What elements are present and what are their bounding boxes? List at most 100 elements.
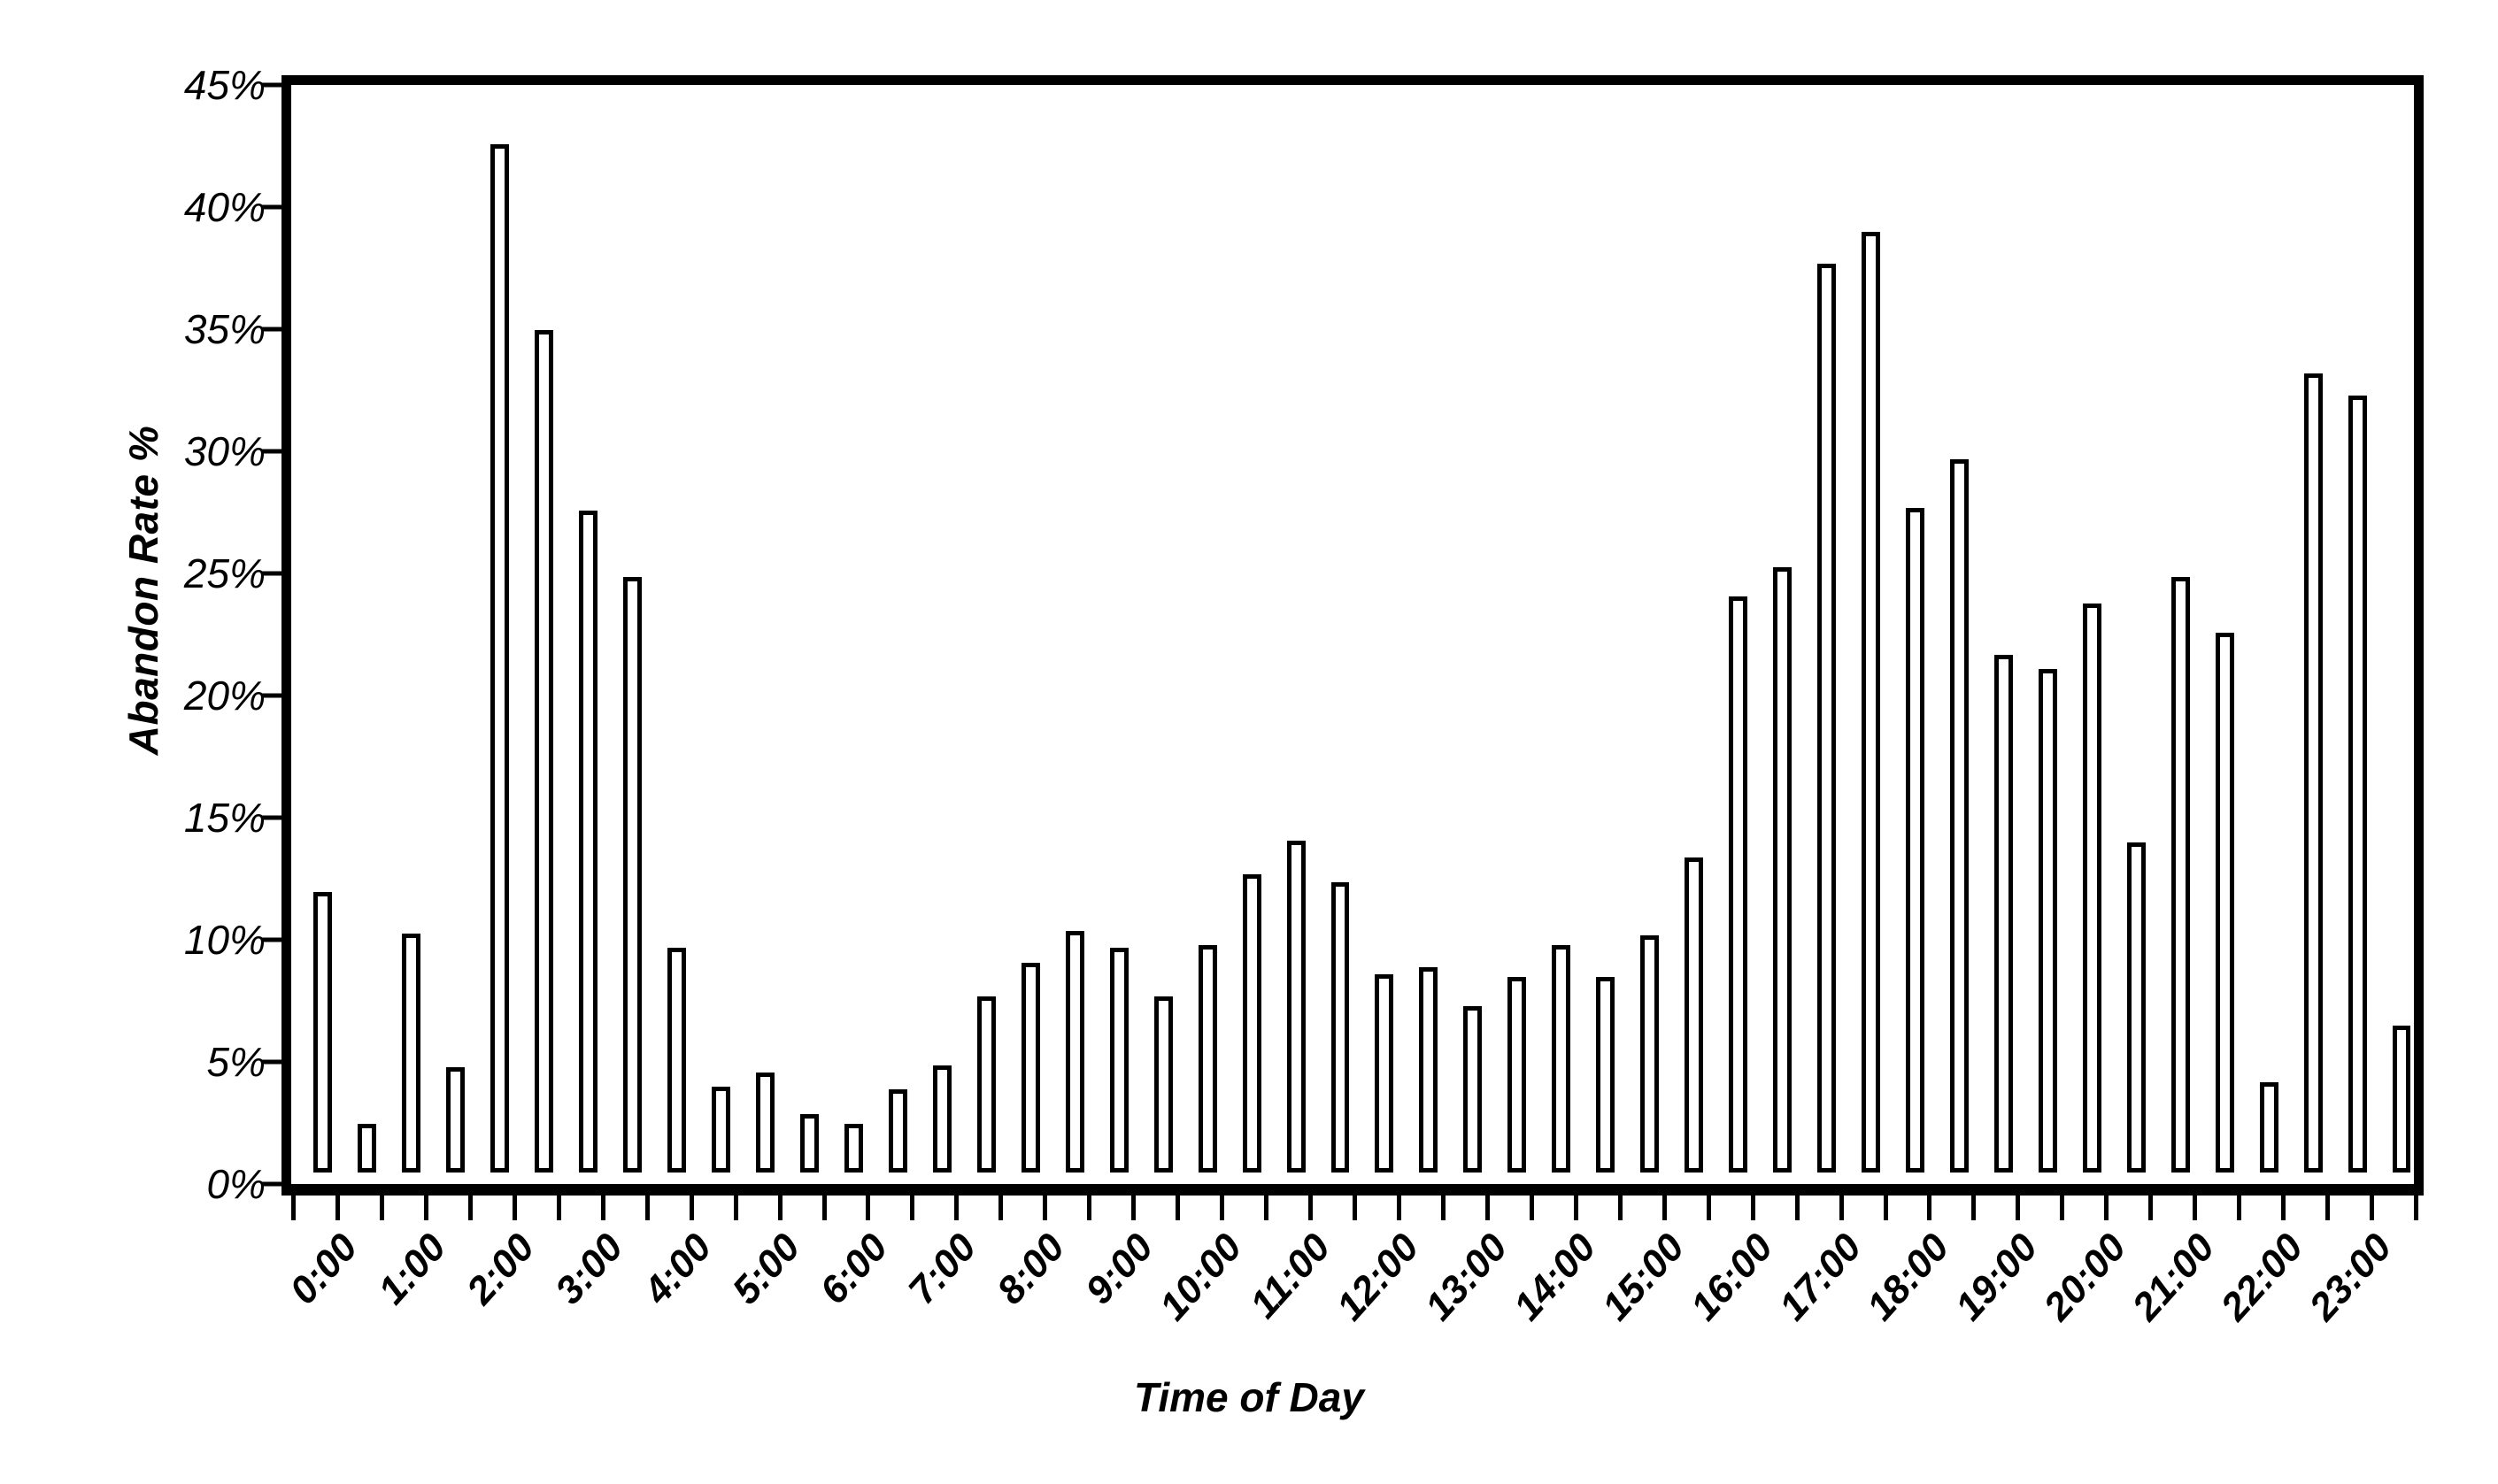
x-axis-tick-mark (689, 1196, 694, 1220)
x-axis-tick-mark (954, 1196, 960, 1220)
x-axis-tick-mark (644, 1196, 650, 1220)
x-axis-tick-label: 21:00 (2124, 1226, 2224, 1329)
bar (2392, 1026, 2411, 1173)
x-axis-tick-mark (556, 1196, 561, 1220)
x-axis-tick-label: 10:00 (1151, 1226, 1251, 1329)
bar (1993, 654, 2013, 1173)
x-axis-tick-label: 17:00 (1770, 1226, 1870, 1329)
x-axis-tick-mark (2148, 1196, 2154, 1220)
x-axis-tick-mark (1220, 1196, 1225, 1220)
bar (712, 1087, 731, 1173)
x-axis-tick-mark (2193, 1196, 2198, 1220)
y-axis-tick-mark (262, 327, 281, 332)
x-axis-tick-mark (1308, 1196, 1314, 1220)
y-axis-tick-label: 25% (183, 550, 266, 596)
bar (1065, 930, 1084, 1173)
bar (446, 1067, 466, 1173)
x-axis-tick-label: 23:00 (2301, 1226, 2401, 1329)
bars-layer (301, 95, 2411, 1173)
x-axis-tick-mark (1661, 1196, 1667, 1220)
bar (1375, 974, 1394, 1173)
bar (1507, 977, 1527, 1173)
bar (2303, 373, 2323, 1173)
x-axis-tick-mark (1573, 1196, 1578, 1220)
x-axis-tick-mark (423, 1196, 428, 1220)
x-axis-tick-label: 20:00 (2035, 1226, 2135, 1329)
y-axis-tick-label: 10% (183, 917, 266, 963)
x-axis-tick-label: 13:00 (1416, 1226, 1516, 1329)
y-axis-tick-label: 30% (183, 428, 266, 474)
y-axis-tick-mark (262, 204, 281, 210)
bar (800, 1113, 819, 1173)
x-axis-tick-label: 2:00 (458, 1226, 544, 1313)
x-axis-tick-mark (1927, 1196, 1932, 1220)
x-axis-tick-label: 8:00 (989, 1226, 1074, 1313)
x-axis-tick-mark (910, 1196, 915, 1220)
x-axis-tick-mark (1750, 1196, 1755, 1220)
bar (1330, 881, 1350, 1173)
x-axis-tick-mark (2237, 1196, 2242, 1220)
bar (888, 1089, 907, 1173)
bar (1153, 996, 1173, 1173)
x-axis-tick-mark (600, 1196, 605, 1220)
x-axis-tick-label: 22:00 (2212, 1226, 2312, 1329)
bar (1242, 874, 1261, 1173)
x-axis-tick-mark (1529, 1196, 1534, 1220)
y-axis-tick-mark (262, 1181, 281, 1187)
x-axis-tick-mark (1131, 1196, 1137, 1220)
x-axis-tick-mark (1353, 1196, 1357, 1220)
bar (2126, 842, 2146, 1173)
x-axis-tick-mark (1617, 1196, 1623, 1220)
x-axis-tick-label: 11:00 (1241, 1226, 1339, 1326)
x-axis-tick-label: 18:00 (1859, 1226, 1958, 1329)
y-axis-tick-label: 40% (183, 184, 266, 230)
bar (1109, 948, 1129, 1173)
abandon-rate-bar-chart: Abandon Rate % 0% 5% 10% 15% 20% 25% 30% 35% 40%… (0, 0, 2498, 1484)
x-axis-tick-mark (2414, 1196, 2418, 1220)
x-axis-tick-mark (335, 1196, 340, 1220)
x-axis-tick-label: 5:00 (723, 1226, 808, 1313)
y-axis-tick-mark (262, 693, 281, 698)
bar (2348, 396, 2367, 1173)
bar (2038, 669, 2057, 1173)
x-axis-tick-mark (1087, 1196, 1092, 1220)
bar (1419, 967, 1438, 1173)
bar (2259, 1081, 2278, 1173)
bar (756, 1072, 775, 1173)
bar (1021, 962, 1040, 1173)
bar (667, 948, 687, 1173)
x-axis-tick-mark (379, 1196, 384, 1220)
bar (844, 1123, 863, 1173)
bar (402, 933, 421, 1173)
bar (579, 511, 598, 1173)
bar (313, 891, 333, 1173)
x-axis-tick-label: 0:00 (281, 1226, 366, 1313)
x-axis-tick-label: 4:00 (635, 1226, 721, 1313)
x-axis-tick-mark (1839, 1196, 1844, 1220)
x-axis-tick-mark (1176, 1196, 1181, 1220)
x-axis-tick-marks (281, 1196, 2424, 1222)
x-axis-tick-mark (1396, 1196, 1401, 1220)
bar (2082, 603, 2101, 1173)
bar (932, 1065, 952, 1173)
x-axis-tick-mark (866, 1196, 871, 1220)
x-axis-tick-label: 16:00 (1682, 1226, 1782, 1329)
x-axis-tick-mark (2281, 1196, 2286, 1220)
y-axis-tick-label: 20% (183, 673, 266, 719)
bar (1685, 857, 1704, 1173)
x-axis-tick-mark (291, 1196, 296, 1220)
bar (2170, 576, 2190, 1173)
x-axis-tick-mark (1264, 1196, 1269, 1220)
bar (358, 1123, 377, 1173)
x-axis-tick-label: 15:00 (1593, 1226, 1693, 1329)
y-axis-tick-label: 35% (183, 306, 266, 352)
x-axis-tick-mark (733, 1196, 738, 1220)
bar (1949, 459, 1969, 1173)
bar (2215, 633, 2234, 1173)
bar (1552, 945, 1571, 1173)
plot-area (281, 75, 2424, 1196)
x-axis-tick-mark (1440, 1196, 1446, 1220)
x-axis-tick-mark (1883, 1196, 1888, 1220)
y-axis-tick-label: 5% (206, 1039, 266, 1085)
x-axis-tick-mark (2370, 1196, 2375, 1220)
